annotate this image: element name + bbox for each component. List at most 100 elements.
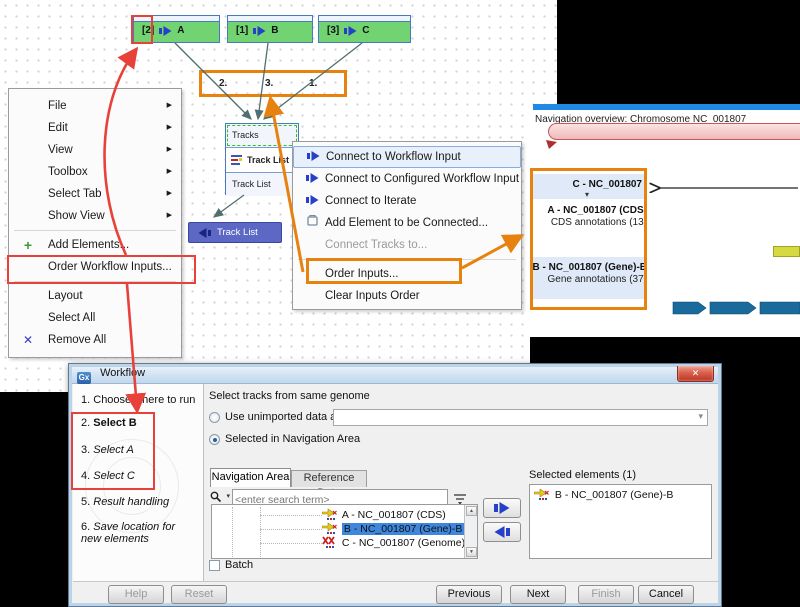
workflow-output-icon (198, 228, 211, 238)
add-to-selected-button[interactable] (483, 498, 521, 518)
scroll-down-icon: ▼ (469, 549, 474, 555)
order-number: 1. (309, 78, 317, 89)
node-label: A (177, 25, 184, 36)
next-button[interactable]: Next (510, 585, 566, 604)
tree-guide-stub (260, 515, 322, 516)
yellow-annotation-bar (773, 246, 800, 257)
menu-item-add-element-connected[interactable]: Add Element to be Connected... (293, 212, 521, 234)
arrow-left-icon (494, 526, 510, 538)
order-number: 3. (265, 78, 273, 89)
chevron-down-icon: ▾ (698, 411, 703, 422)
panel-title: Select tracks from same genome (209, 390, 370, 402)
menu-item-toolbox[interactable]: Toolbox▶ (9, 161, 181, 183)
menu-item-select-all[interactable]: Select All (9, 307, 181, 329)
selected-item-b[interactable]: B - NC_001807 (Gene)-B (534, 488, 673, 502)
node-label: C (362, 25, 369, 36)
workflow-input-icon (253, 26, 266, 36)
track-list-node-title[interactable]: Track List (226, 147, 298, 173)
wizard-step-6: 6. Save location for new elements (81, 521, 191, 545)
tree-guide-line (232, 507, 233, 557)
batch-checkbox[interactable] (209, 560, 220, 571)
submenu-arrow-icon: ▶ (167, 183, 172, 205)
finish-button[interactable]: Finish (578, 585, 634, 604)
connect-arrow-icon (301, 168, 323, 190)
unimported-data-combobox[interactable]: ▾ (333, 409, 708, 426)
connect-arrow-icon (301, 190, 323, 212)
dialog-title-bar[interactable]: Gx Workflow (72, 367, 718, 384)
connect-arrow-icon (302, 147, 324, 167)
tree-guide-stub (260, 529, 322, 530)
menu-item-view[interactable]: View▶ (9, 139, 181, 161)
track-list-output-port[interactable]: Track List (226, 173, 298, 196)
annotation-track-icon (534, 488, 549, 500)
cancel-button[interactable]: Cancel (638, 585, 694, 604)
black-region-bottom-left (0, 392, 68, 607)
radio-navigation-area[interactable] (209, 434, 220, 445)
menu-item-edit[interactable]: Edit▶ (9, 117, 181, 139)
node-label: B (271, 25, 278, 36)
reset-button[interactable]: Reset (171, 585, 227, 604)
menu-item-clear-inputs-order[interactable]: Clear Inputs Order (293, 285, 521, 307)
workflow-node-b[interactable]: [1] B (227, 15, 313, 43)
remove-x-icon: ✕ (17, 329, 39, 351)
dialog-title: Workflow (100, 367, 145, 379)
radio-unimported-data[interactable] (209, 412, 220, 423)
submenu-arrow-icon: ▶ (167, 205, 172, 227)
tab-navigation-area[interactable]: Navigation Area (210, 468, 291, 487)
tree-item-b-selected[interactable]: B - NC_001807 (Gene)-B (322, 522, 464, 536)
menu-item-file[interactable]: File▶ (9, 95, 181, 117)
highlight-box-track-names (530, 168, 647, 310)
close-button[interactable]: ✕ (677, 366, 714, 382)
highlight-box-order-workflow-inputs (7, 255, 196, 284)
workflow-wizard-dialog: Gx Workflow ✕ 1. Choose where to run 2. … (68, 363, 722, 607)
previous-button[interactable]: Previous (436, 585, 502, 604)
submenu-arrow-icon: ▶ (167, 139, 172, 161)
wizard-step-5: 5. Result handling (81, 496, 169, 508)
menu-item-connect-tracks-to: Connect Tracks to...▶ (293, 234, 521, 256)
scroll-down-button[interactable]: ▼ (466, 547, 477, 557)
navigation-tree[interactable]: A - NC_001807 (CDS) B - NC_001807 (Gene)… (211, 504, 478, 559)
chromosome-bar[interactable] (548, 123, 800, 140)
tree-guide-stub (260, 543, 322, 544)
tree-scrollbar[interactable]: ▲ ▼ (464, 505, 477, 558)
arrow-right-icon (494, 502, 510, 514)
workflow-input-icon (159, 26, 172, 36)
menu-item-connect-to-iterate[interactable]: Connect to Iterate (293, 190, 521, 212)
track-list-node[interactable]: Tracks Track List Track List (225, 123, 299, 195)
menu-item-remove-all[interactable]: ✕Remove All (9, 329, 181, 351)
workflow-context-menu: File▶ Edit▶ View▶ Toolbox▶ Select Tab▶ S… (8, 88, 182, 358)
selected-elements-header: Selected elements (1) (529, 469, 636, 481)
highlight-box-order-inputs (306, 258, 462, 284)
radio-navigation-label: Selected in Navigation Area (225, 433, 360, 445)
selected-elements-list[interactable]: B - NC_001807 (Gene)-B (529, 484, 712, 559)
menu-separator (14, 230, 176, 231)
genome-track-icon (322, 536, 337, 548)
result-box-label: Track List (217, 227, 258, 238)
remove-from-selected-button[interactable] (483, 522, 521, 542)
add-plus-icon: + (17, 234, 39, 256)
search-magnifier[interactable]: ▾ (210, 490, 230, 505)
connect-context-menu: Connect to Workflow Input Connect to Con… (292, 141, 522, 310)
order-numbers-highlight-box: 2. 3. 1. (199, 70, 347, 97)
menu-item-connect-configured-input[interactable]: Connect to Configured Workflow Input (293, 168, 521, 190)
menu-item-connect-workflow-input[interactable]: Connect to Workflow Input (293, 146, 521, 168)
workbench-gx-icon: Gx (77, 372, 91, 384)
scroll-up-button[interactable]: ▲ (466, 506, 477, 516)
wizard-step-1: 1. Choose where to run (81, 394, 195, 406)
close-icon: ✕ (692, 368, 700, 378)
track-list-title-label: Track List (247, 155, 289, 165)
menu-item-add-elements[interactable]: +Add Elements... (9, 234, 181, 256)
workflow-node-c[interactable]: [3] C (318, 15, 411, 43)
dialog-button-separator (73, 581, 719, 582)
annotation-track-icon (322, 522, 337, 534)
chevron-down-icon: ▾ (226, 493, 230, 500)
menu-item-show-view[interactable]: Show View▶ (9, 205, 181, 227)
menu-item-select-tab[interactable]: Select Tab▶ (9, 183, 181, 205)
help-button[interactable]: Help (108, 585, 164, 604)
track-list-input-port[interactable]: Tracks (226, 124, 298, 147)
tab-reference-data[interactable]: Reference Data (291, 470, 367, 487)
tree-item-c[interactable]: C - NC_001807 (Genome)-C (322, 536, 476, 550)
tree-item-a[interactable]: A - NC_001807 (CDS) (322, 508, 446, 522)
track-list-result-box[interactable]: Track List (188, 222, 282, 243)
menu-item-layout[interactable]: Layout (9, 285, 181, 307)
